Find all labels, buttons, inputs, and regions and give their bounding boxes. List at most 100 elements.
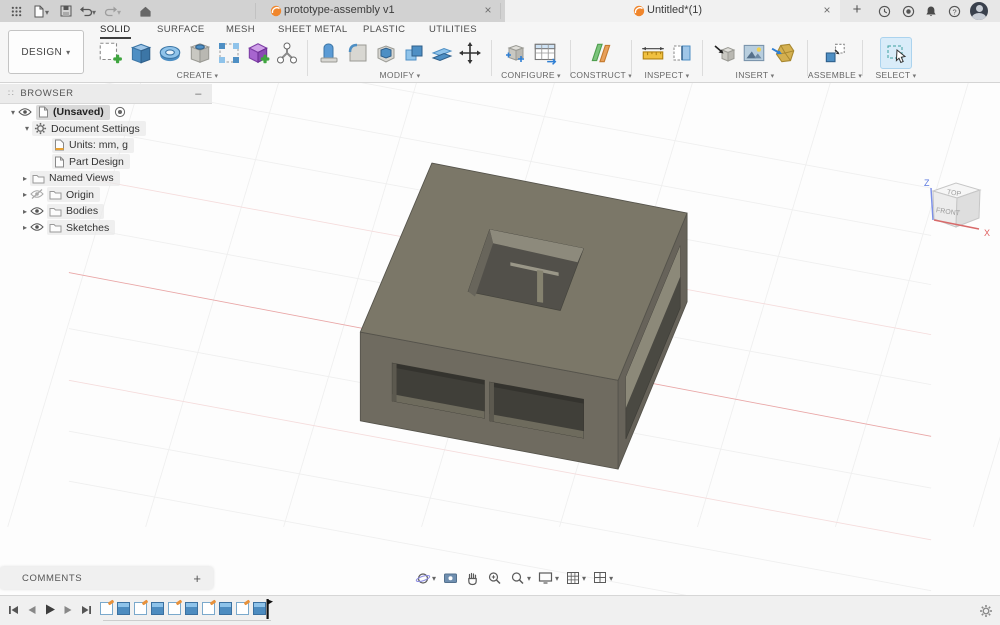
pattern-icon[interactable] (217, 40, 241, 66)
timeline-settings-gear-icon[interactable] (979, 604, 993, 618)
browser-header[interactable]: ∷ BROWSER – (0, 84, 212, 104)
group-label-select[interactable]: SELECT (876, 70, 917, 80)
tree-label[interactable]: Units: mm, g (69, 139, 128, 151)
ribbon-tab-plastic[interactable]: PLASTIC (363, 24, 405, 37)
configuration-table-icon[interactable] (532, 40, 558, 66)
tree-row-sketches[interactable]: ▸ Sketches (0, 220, 212, 237)
app-grid-icon[interactable] (8, 3, 24, 19)
shell-icon[interactable] (374, 40, 398, 66)
pan-tool[interactable] (465, 571, 480, 586)
grid-settings[interactable]: ▾ (566, 571, 586, 585)
tab-untitled-close-icon[interactable]: × (820, 3, 834, 17)
timeline-position-marker[interactable] (262, 599, 274, 622)
collapse-caret-icon[interactable]: ▸ (20, 207, 30, 216)
add-comment-button[interactable]: + (193, 571, 201, 586)
fillet-icon[interactable] (346, 40, 370, 66)
move-icon[interactable] (458, 40, 482, 66)
construct-plane-icon[interactable] (588, 40, 614, 66)
insert-mesh-icon[interactable] (771, 40, 797, 66)
file-menu-caret-icon[interactable]: ▾ (45, 8, 49, 17)
tab-prototype-title[interactable]: prototype-assembly v1 (284, 4, 395, 16)
job-status-icon[interactable] (876, 3, 892, 19)
group-label-inspect[interactable]: INSPECT (644, 70, 689, 80)
tree-label[interactable]: Bodies (66, 205, 98, 217)
insert-canvas-icon[interactable] (741, 40, 767, 66)
visibility-eye-icon[interactable] (18, 107, 32, 117)
tree-row-origin[interactable]: ▸ Origin (0, 187, 212, 204)
ribbon-tab-sheetmetal[interactable]: SHEET METAL (278, 24, 348, 37)
skip-to-end-icon[interactable] (80, 604, 92, 616)
expand-caret-icon[interactable]: ▾ (8, 108, 18, 117)
group-label-construct[interactable]: CONSTRUCT (570, 70, 632, 80)
active-component-radio-icon[interactable] (114, 106, 126, 118)
collapse-caret-icon[interactable]: ▸ (20, 174, 30, 183)
extrude-icon[interactable] (127, 40, 153, 66)
timeline-feature-extrude[interactable] (151, 602, 164, 615)
undo-caret-icon[interactable]: ▾ (92, 8, 96, 17)
tree-label[interactable]: (Unsaved) (53, 106, 104, 118)
tree-label[interactable]: Origin (66, 189, 94, 201)
display-settings[interactable]: ▾ (538, 571, 559, 585)
group-label-configure[interactable]: CONFIGURE (501, 70, 561, 80)
dropdown-caret-icon[interactable]: ▾ (432, 574, 436, 583)
press-pull-icon[interactable] (318, 40, 342, 66)
visibility-eye-icon[interactable] (30, 206, 44, 217)
timeline-feature-sketch[interactable] (236, 602, 249, 615)
tree-row-document-settings[interactable]: ▾ Document Settings (0, 121, 212, 138)
step-back-icon[interactable] (27, 604, 37, 616)
collapse-caret-icon[interactable]: ▸ (20, 223, 30, 232)
tab-untitled-title[interactable]: Untitled*(1) (647, 4, 702, 16)
ribbon-tab-mesh[interactable]: MESH (226, 24, 255, 37)
timeline-feature-sketch[interactable] (202, 602, 215, 615)
select-tool-active[interactable] (880, 37, 912, 69)
ribbon-tab-utilities[interactable]: UTILITIES (429, 24, 477, 37)
comments-bar[interactable]: COMMENTS + (0, 567, 213, 589)
viewcube[interactable]: TOP FRONT Z X (900, 170, 1000, 260)
expand-caret-icon[interactable]: ▾ (22, 124, 32, 133)
tree-label[interactable]: Sketches (66, 222, 109, 234)
tree-row-named-views[interactable]: ▸ Named Views (0, 170, 212, 187)
visibility-eye-icon[interactable] (30, 222, 44, 233)
viewports-settings[interactable]: ▾ (593, 571, 613, 585)
timeline-feature-extrude[interactable] (117, 602, 130, 615)
step-forward-icon[interactable] (63, 604, 73, 616)
create-sketch-icon[interactable] (97, 40, 123, 66)
group-label-insert[interactable]: INSERT (736, 70, 775, 80)
tree-row-bodies[interactable]: ▸ Bodies (0, 203, 212, 220)
tree-label[interactable]: Named Views (49, 172, 114, 184)
tree-row-unsaved[interactable]: ▾ (Unsaved) (0, 104, 212, 121)
tree-label[interactable]: Part Design (69, 156, 124, 168)
timeline-feature-sketch[interactable] (134, 602, 147, 615)
offset-face-icon[interactable] (430, 40, 454, 66)
panel-grip-icon[interactable]: ∷ (8, 88, 14, 99)
new-component-icon[interactable] (822, 40, 848, 66)
skip-to-start-icon[interactable] (8, 604, 20, 616)
timeline-feature-sketch[interactable] (168, 602, 181, 615)
ribbon-tab-surface[interactable]: SURFACE (157, 24, 205, 37)
tree-row-units[interactable]: Units: mm, g (0, 137, 212, 154)
timeline-feature-extrude[interactable] (219, 602, 232, 615)
play-icon[interactable] (44, 603, 56, 616)
ribbon-tab-solid[interactable]: SOLID (100, 24, 131, 39)
dropdown-caret-icon[interactable]: ▾ (582, 574, 586, 583)
visibility-eye-off-icon[interactable] (30, 189, 44, 200)
pipe-route-icon[interactable] (275, 40, 299, 66)
tab-prototype-close-icon[interactable]: × (481, 3, 495, 17)
home-icon[interactable] (137, 3, 153, 19)
orbit-tool[interactable]: ▾ (415, 571, 436, 586)
extensions-icon[interactable] (900, 3, 916, 19)
notifications-bell-icon[interactable] (923, 3, 939, 19)
insert-derive-icon[interactable] (713, 40, 737, 66)
tree-row-part-design[interactable]: Part Design (0, 154, 212, 171)
timeline-feature-sketch[interactable] (100, 602, 113, 615)
dropdown-caret-icon[interactable]: ▾ (527, 574, 531, 583)
combine-icon[interactable] (402, 40, 426, 66)
measure-icon[interactable] (640, 40, 666, 66)
configuration-icon[interactable] (504, 40, 528, 66)
dropdown-caret-icon[interactable]: ▾ (609, 574, 613, 583)
hole-icon[interactable] (187, 40, 213, 66)
redo-caret-icon[interactable]: ▾ (117, 8, 121, 17)
tree-label[interactable]: Document Settings (51, 123, 140, 135)
zoom-tool[interactable] (487, 571, 503, 586)
group-label-create[interactable]: CREATE (177, 70, 219, 80)
